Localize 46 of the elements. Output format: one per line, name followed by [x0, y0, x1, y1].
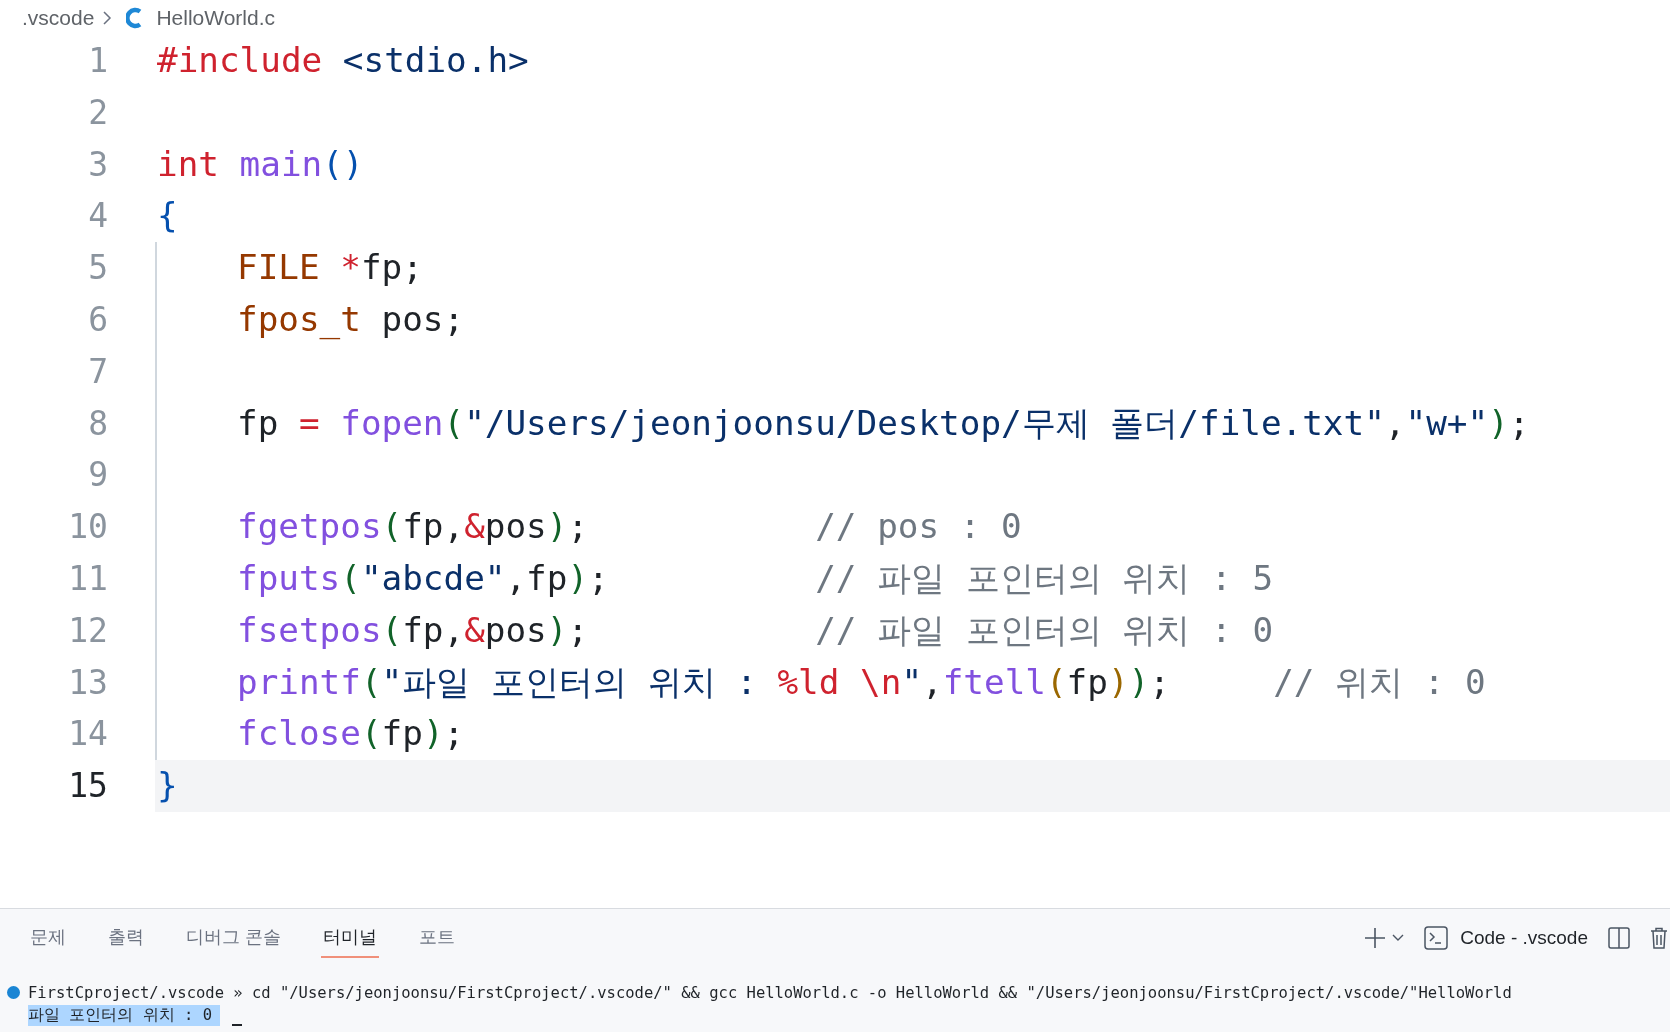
panel-tab[interactable]: 디버그 콘솔 [184, 918, 283, 958]
line-number: 9 [87, 454, 108, 497]
code-line: fgetpos(fp,&pos); // pos : 0 [237, 505, 1022, 549]
breadcrumb-folder[interactable]: .vscode [22, 5, 95, 30]
code-line: fp = fopen("/Users/jeonjoonsu/Desktop/무제 폴더/file.txt","w+"); [237, 401, 1530, 445]
terminal-cursor [232, 1024, 242, 1026]
line-number: 6 [87, 299, 108, 341]
code-line: printf("파일 포인터의 위치 : %ld \n",ftell(fp)); // 위치 : 0 [237, 660, 1486, 704]
line-number: 5 [87, 247, 108, 290]
chevron-down-icon[interactable] [1392, 934, 1405, 942]
c-file-icon [126, 6, 143, 29]
status-dot-icon [7, 986, 20, 999]
terminal-icon [1424, 926, 1449, 950]
line-number: 13 [67, 661, 108, 704]
panel-tab[interactable]: 문제 [28, 918, 68, 958]
code-line: #include <stdio.h> [157, 39, 529, 82]
code-line: fpos_t pos; [237, 298, 465, 342]
panel-tab[interactable]: 출력 [106, 918, 146, 958]
line-number: 12 [67, 609, 108, 652]
trash-icon[interactable] [1650, 927, 1668, 949]
line-number: 14 [67, 713, 108, 756]
code-line: fclose(fp); [237, 712, 465, 756]
terminal-name[interactable]: Code - .vscode [1460, 927, 1588, 949]
code-line: fsetpos(fp,&pos); // 파일 포인터의 위치 : 0 [237, 608, 1274, 652]
breadcrumb-file[interactable]: HelloWorld.c [156, 5, 276, 30]
panel-tab[interactable]: 터미널 [321, 918, 379, 958]
code-line: int main() [157, 142, 364, 186]
line-number: 8 [87, 402, 108, 445]
plus-icon[interactable] [1364, 927, 1387, 949]
line-number: 11 [67, 557, 108, 600]
code-line: { [157, 194, 178, 238]
chevron-right-icon [102, 9, 113, 26]
terminal-output: 파일 포인터의 위치 : 0 [28, 1005, 220, 1026]
terminal-command: FirstCproject/.vscode » cd "/Users/jeonjoonsu/FirstCproject/.vscode/" && gcc HelloWorld.c -o HelloWorld && "/Users/jeonjoonsu/FirstCproject/.vscode/"HelloWorld [28, 983, 1512, 1002]
line-number: 7 [87, 350, 108, 393]
line-number: 3 [87, 143, 108, 186]
code-line: } [157, 764, 178, 808]
line-number: 15 [67, 765, 108, 808]
code-line: FILE *fp; [237, 246, 423, 290]
line-number: 10 [67, 506, 108, 549]
split-icon[interactable] [1608, 927, 1630, 949]
line-number: 1 [87, 40, 108, 82]
line-number: 2 [87, 91, 108, 134]
line-number: 4 [87, 195, 108, 238]
code-line: fputs("abcde",fp); // 파일 포인터의 위치 : 5 [237, 556, 1274, 600]
panel-tab[interactable]: 포트 [417, 918, 457, 958]
